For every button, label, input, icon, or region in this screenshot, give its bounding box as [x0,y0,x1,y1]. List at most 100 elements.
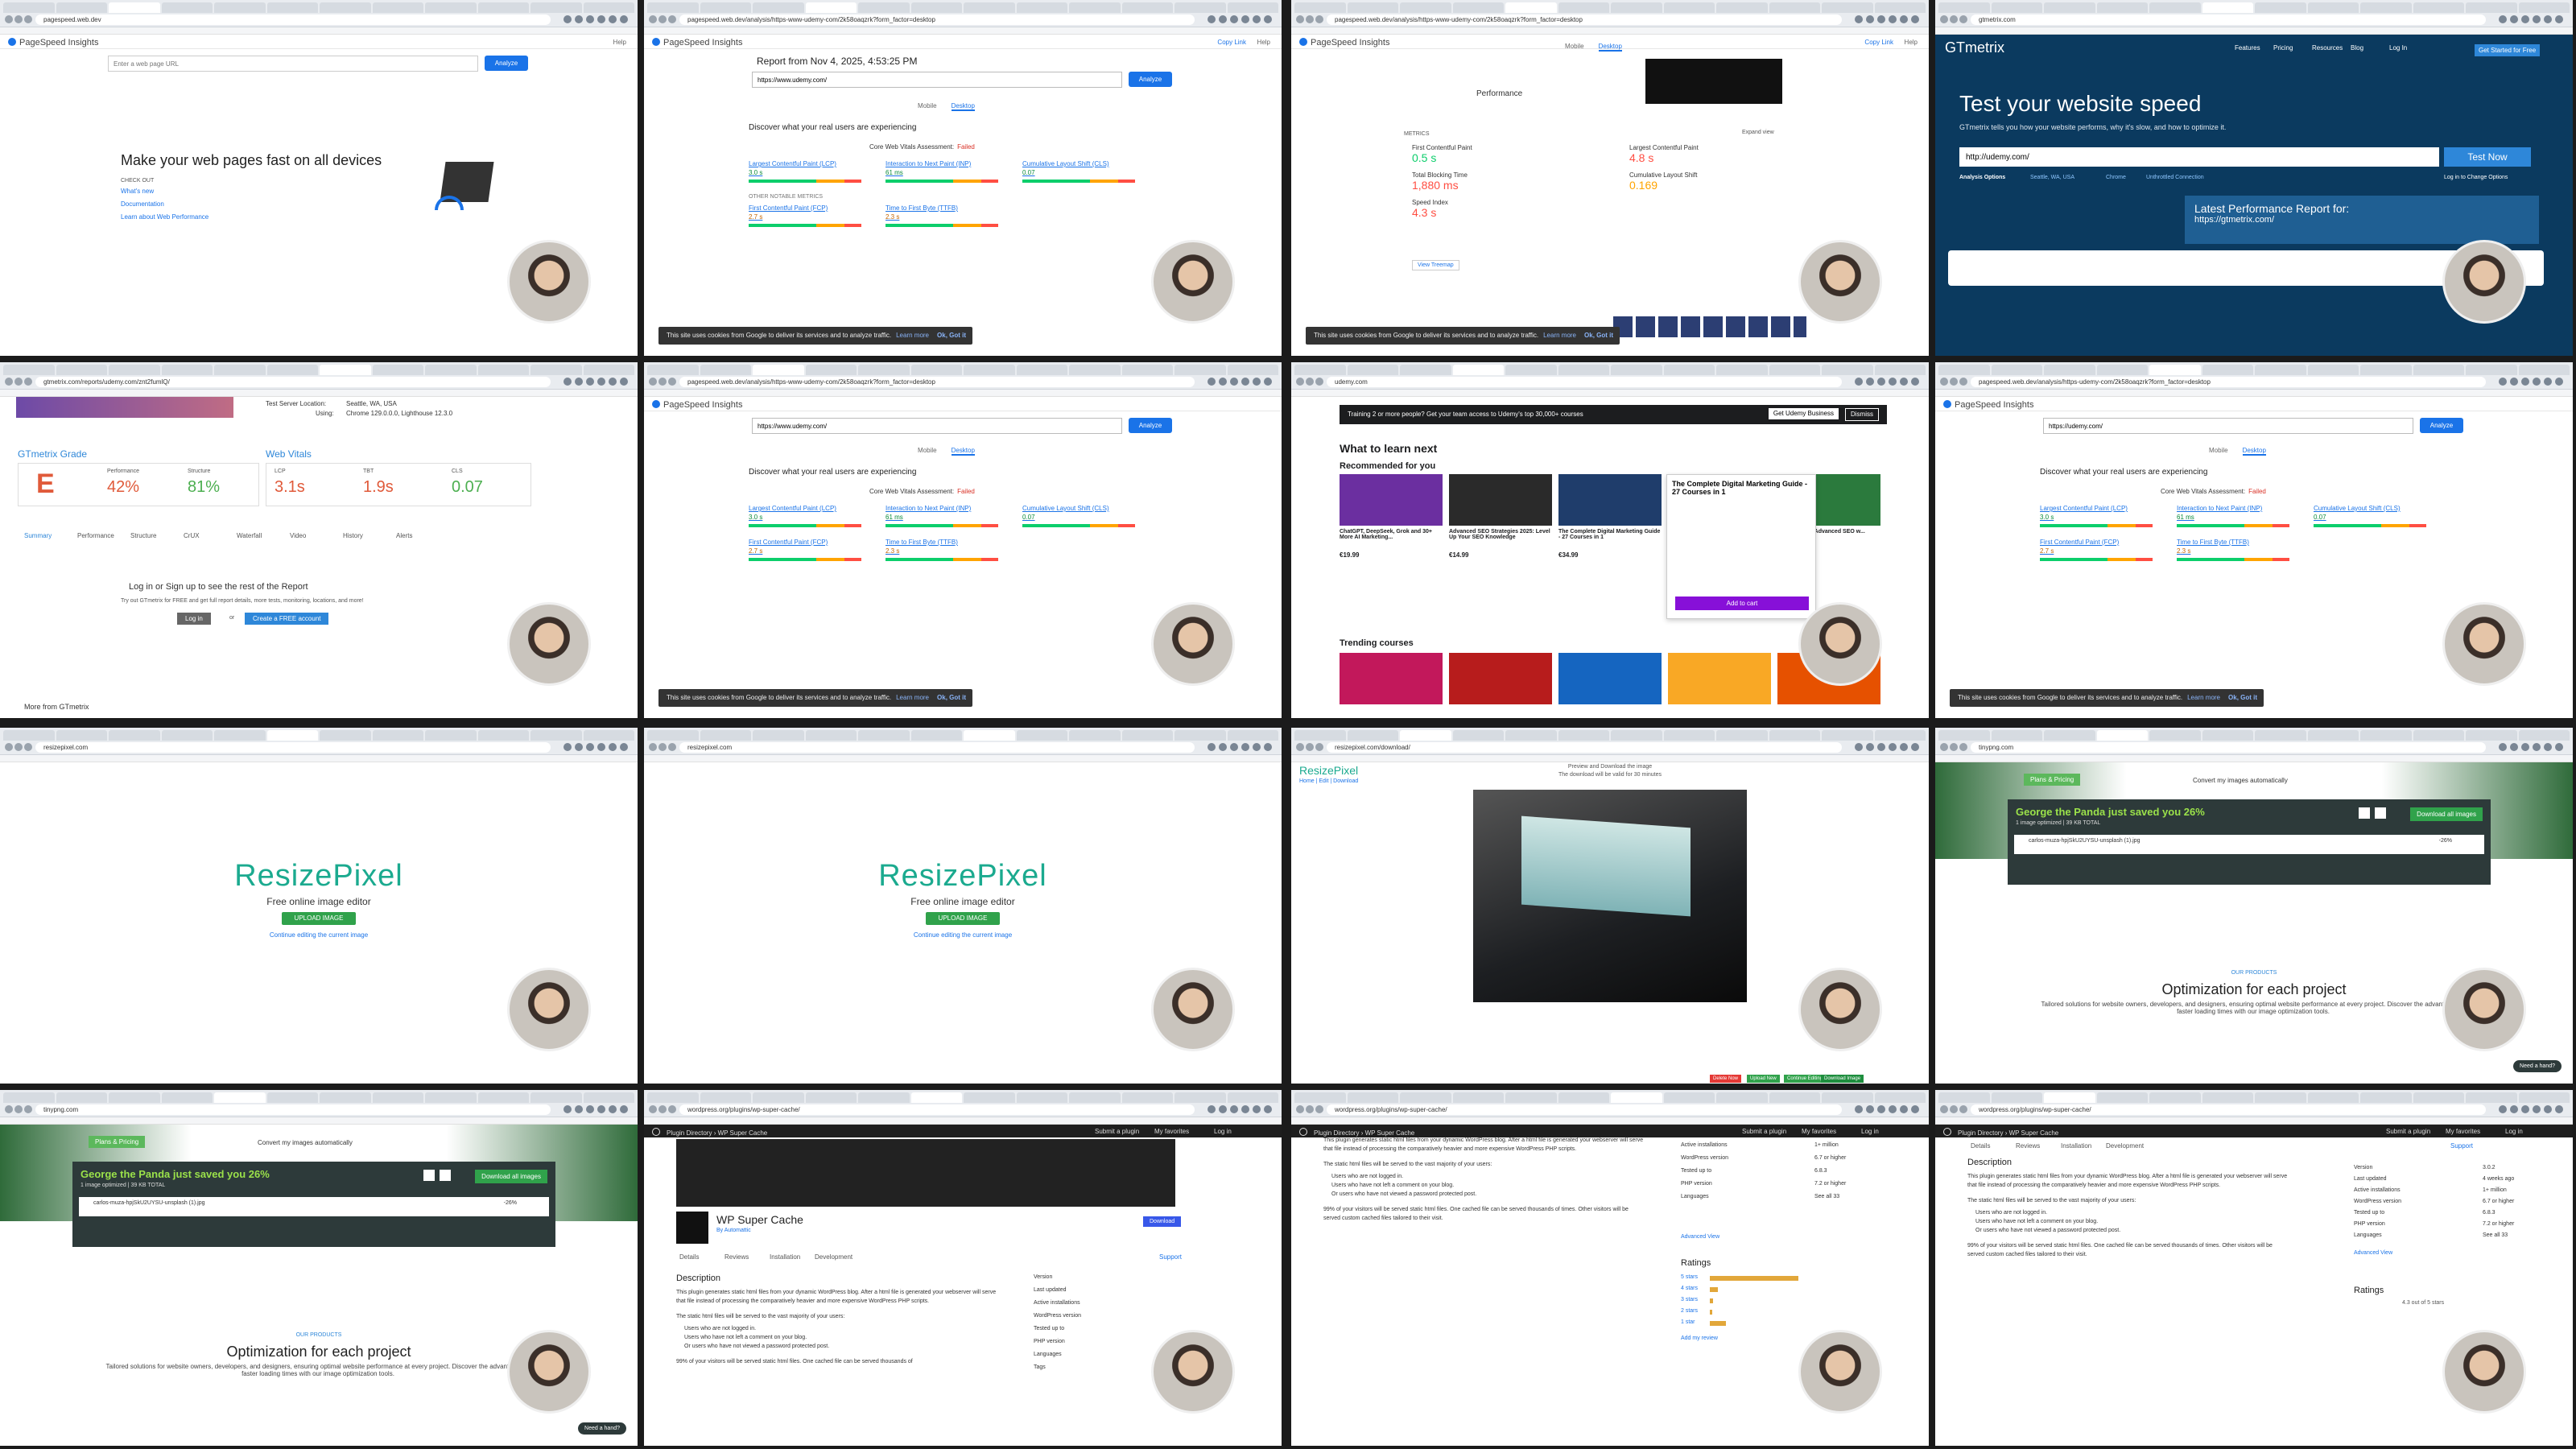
extension-icon[interactable] [1253,1105,1261,1113]
browser-tab[interactable] [1769,2,1820,13]
plans-pricing-button[interactable]: Plans & Pricing [89,1136,146,1148]
address-bar[interactable]: resizepixel.com [35,742,551,753]
browser-tab[interactable] [964,1092,1015,1103]
extension-icon[interactable] [1877,743,1885,751]
browser-tab[interactable] [1769,365,1820,375]
reload-icon[interactable] [668,378,676,386]
plugin-tab[interactable]: Reviews [724,1253,749,1261]
browser-tab[interactable] [372,2,423,13]
extension-icon[interactable] [2499,15,2507,23]
browser-tab[interactable] [320,730,371,741]
browser-tab[interactable] [1769,1092,1820,1103]
extension-icon[interactable] [2521,743,2529,751]
browser-tab[interactable] [266,365,318,375]
extension-icon[interactable] [1889,1105,1897,1113]
browser-tab[interactable] [1452,730,1504,741]
back-icon[interactable] [1940,1105,1948,1113]
reload-icon[interactable] [1315,743,1323,751]
extension-icon[interactable] [1230,378,1238,386]
extension-icon[interactable] [1855,743,1863,751]
browser-tab[interactable] [1121,2,1173,13]
forward-icon[interactable] [1950,743,1958,751]
continue-editing-link[interactable]: Continue editing the current image [0,931,638,939]
extension-icon[interactable] [1900,1105,1908,1113]
browser-tab[interactable] [214,730,266,741]
browser-tab[interactable] [477,730,529,741]
browser-tab[interactable] [2202,2,2253,13]
reload-icon[interactable] [1959,743,1967,751]
browser-tab[interactable] [1174,1092,1226,1103]
metric-name[interactable]: Interaction to Next Paint (INP) [2177,505,2306,512]
browser-tab[interactable] [1991,365,2042,375]
browser-tab[interactable] [2360,2,2412,13]
extension-icon[interactable] [2510,743,2518,751]
browser-tab[interactable] [1174,2,1226,13]
browser-tab[interactable] [858,730,910,741]
extension-icon[interactable] [1889,15,1897,23]
browser-tab[interactable] [214,2,266,13]
analyze-button[interactable]: Analyze [1129,418,1172,433]
browser-tab[interactable] [56,365,107,375]
extension-icon[interactable] [1855,1105,1863,1113]
close-icon[interactable] [440,1170,451,1181]
browser-tab[interactable] [1227,365,1278,375]
extension-icon[interactable] [2521,378,2529,386]
forward-icon[interactable] [1306,1105,1314,1113]
browser-tab[interactable] [56,1092,107,1103]
continue-editing-link[interactable]: Continue editing the current image [644,931,1282,939]
forward-icon[interactable] [14,15,23,23]
extension-icon[interactable] [1219,15,1227,23]
browser-tab[interactable] [1069,365,1121,375]
browser-tab[interactable] [2044,730,2095,741]
browser-tab[interactable] [1400,1092,1451,1103]
nav-item[interactable]: Pricing [2273,44,2293,52]
browser-tab[interactable] [2413,365,2464,375]
metric-name[interactable]: First Contentful Paint (FCP) [749,204,877,212]
metric-name[interactable]: Time to First Byte (TTFB) [886,204,1014,212]
browser-tab[interactable] [477,1092,529,1103]
browser-tab[interactable] [1991,730,2042,741]
report-tab[interactable]: Summary [24,532,52,539]
browser-tab[interactable] [1294,730,1346,741]
help-link[interactable]: Help [613,39,626,46]
download-all-button[interactable]: Download all images [2410,807,2483,821]
forward-icon[interactable] [1950,15,1958,23]
browser-tab[interactable] [1016,365,1067,375]
plugin-tab[interactable]: Details [679,1253,699,1261]
browser-tab[interactable] [1663,730,1715,741]
browser-tab[interactable] [2360,730,2412,741]
url-input[interactable] [108,56,478,72]
browser-option[interactable]: Chrome [2106,175,2126,180]
browser-tab[interactable] [1069,2,1121,13]
extension-icon[interactable] [2533,1105,2541,1113]
browser-tab[interactable] [1294,365,1346,375]
help-link[interactable]: Help [1257,39,1270,46]
browser-tab[interactable] [1663,1092,1715,1103]
back-icon[interactable] [649,743,657,751]
browser-tab[interactable] [2255,1092,2306,1103]
dismiss-button[interactable]: Dismiss [1845,408,1879,421]
browser-tab[interactable] [2307,2,2359,13]
report-tab[interactable]: Structure [130,532,156,539]
browser-tab[interactable] [1822,1092,1873,1103]
extension-icon[interactable] [1866,1105,1874,1113]
extension-icon[interactable] [575,743,583,751]
check-out-link[interactable]: Documentation [121,200,164,208]
reload-icon[interactable] [24,743,32,751]
extension-icon[interactable] [1900,378,1908,386]
browser-tab[interactable] [2149,730,2201,741]
extension-icon[interactable] [1208,15,1216,23]
browser-tab[interactable] [647,730,699,741]
analyze-button[interactable]: Analyze [1129,72,1172,87]
back-icon[interactable] [649,15,657,23]
browser-tab[interactable] [2466,2,2517,13]
metric-name[interactable]: First Contentful Paint (FCP) [749,539,877,546]
wordpress-logo-icon[interactable] [1943,1128,1951,1136]
browser-tab[interactable] [2255,730,2306,741]
extension-icon[interactable] [564,378,572,386]
course-card[interactable]: The Complete Digital Marketing Guide - 2… [1558,474,1662,559]
browser-tab[interactable] [161,365,213,375]
address-bar[interactable]: pagespeed.web.dev/analysis/https-www-ude… [679,377,1195,387]
extension-icon[interactable] [2521,1105,2529,1113]
extension-icon[interactable] [1230,1105,1238,1113]
